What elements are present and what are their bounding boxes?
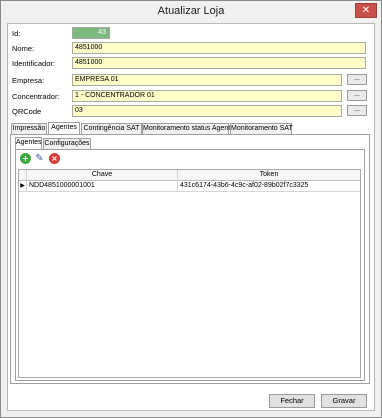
tab-contingencia-sat[interactable]: Contingência SAT bbox=[81, 123, 142, 134]
table-row[interactable]: ▶ NDD4851000001001 431c6174-43b6-4c9c-af… bbox=[19, 181, 360, 192]
concentrador-label: Concentrador: bbox=[12, 92, 60, 101]
identificador-label: Identificador: bbox=[12, 59, 55, 68]
id-label: Id: bbox=[12, 29, 21, 38]
empresa-input[interactable]: EMPRESA 01 bbox=[72, 74, 342, 86]
empresa-label: Empresa: bbox=[12, 76, 45, 85]
edit-icon[interactable]: ✎ bbox=[34, 153, 45, 164]
form-content: Id: 43 Nome: 4851000 Identificador: 4851… bbox=[7, 23, 375, 411]
agentes-subtab-panel: + ✎ × Chave Token ▶ NDD4851000001001 431… bbox=[15, 149, 365, 381]
nome-input[interactable]: 4851000 bbox=[72, 42, 366, 54]
cell-chave[interactable]: NDD4851000001001 bbox=[27, 181, 178, 192]
column-header-chave-label: Chave bbox=[91, 171, 113, 178]
column-header-token-label: Token bbox=[259, 171, 279, 178]
identificador-input[interactable]: 4851000 bbox=[72, 57, 366, 69]
tab-impressao[interactable]: Impressão bbox=[11, 123, 47, 134]
agentes-grid: Chave Token ▶ NDD4851000001001 431c6174-… bbox=[18, 169, 361, 378]
close-window-button[interactable]: ✕ bbox=[355, 3, 377, 18]
column-header-chave[interactable]: Chave bbox=[27, 170, 178, 181]
nome-label: Nome: bbox=[12, 44, 35, 53]
tab-monitoramento-sat[interactable]: Monitoramento SAT bbox=[230, 123, 293, 134]
grid-header: Chave Token bbox=[19, 170, 360, 181]
delete-icon[interactable]: × bbox=[49, 153, 60, 164]
qrcode-label: QRCode bbox=[12, 107, 42, 116]
atualizar-loja-window: Atualizar Loja ✕ Id: 43 Nome: 4851000 Id… bbox=[0, 0, 382, 418]
column-header-token[interactable]: Token bbox=[178, 170, 360, 181]
subtab-agentes[interactable]: Agentes bbox=[15, 137, 42, 149]
empresa-lookup-button[interactable]: ... bbox=[347, 74, 367, 85]
cell-token[interactable]: 431c6174-43b6-4c9c-af02-89b02f7c3325 bbox=[178, 181, 360, 192]
title-bar: Atualizar Loja ✕ bbox=[1, 1, 381, 21]
agentes-tab-panel: Agentes Configurações + ✎ × Chave Token … bbox=[10, 134, 370, 384]
tab-agentes[interactable]: Agentes bbox=[48, 122, 80, 134]
row-header-corner bbox=[19, 170, 27, 181]
qrcode-lookup-button[interactable]: ... bbox=[347, 105, 367, 116]
gravar-button[interactable]: Gravar bbox=[321, 394, 367, 408]
subtab-configuracoes[interactable]: Configurações bbox=[43, 138, 91, 149]
concentrador-input[interactable]: 1 - CONCENTRADOR 01 bbox=[72, 90, 342, 102]
add-icon[interactable]: + bbox=[20, 153, 31, 164]
row-indicator-icon: ▶ bbox=[19, 181, 27, 192]
window-title: Atualizar Loja bbox=[157, 5, 225, 17]
concentrador-lookup-button[interactable]: ... bbox=[347, 90, 367, 101]
tab-monitoramento-status-agente[interactable]: Monitoramento status Agente bbox=[142, 123, 234, 134]
id-field: 43 bbox=[72, 27, 110, 39]
fechar-button[interactable]: Fechar bbox=[269, 394, 315, 408]
qrcode-input[interactable]: 03 bbox=[72, 105, 342, 117]
